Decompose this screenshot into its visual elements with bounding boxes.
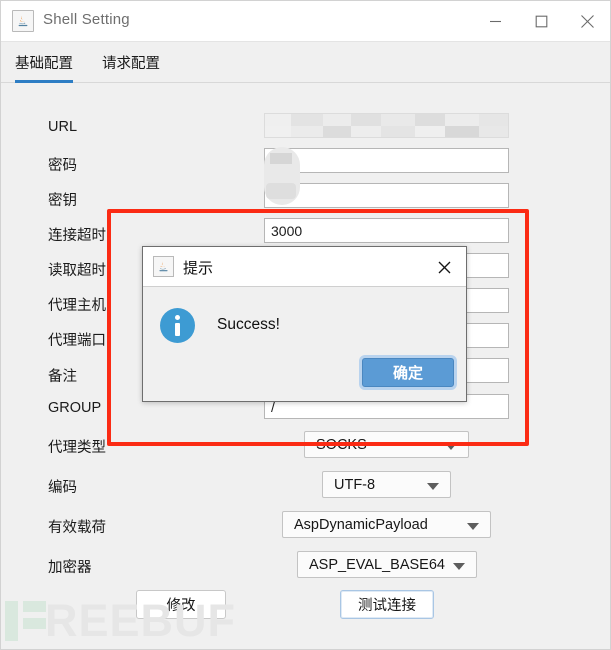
- connect-timeout-value: 3000: [271, 222, 303, 239]
- tab-bar: 基础配置 请求配置: [1, 42, 610, 83]
- chevron-down-icon: [467, 522, 479, 530]
- dialog-message: Success!: [217, 316, 280, 333]
- encoding-value: UTF-8: [334, 476, 376, 493]
- chevron-down-icon: [453, 562, 465, 570]
- label-encoding: 编码: [48, 480, 77, 496]
- connect-timeout-input[interactable]: 3000: [264, 218, 509, 243]
- minimize-button[interactable]: [472, 1, 518, 42]
- label-secret-key: 密钥: [48, 193, 77, 209]
- shell-setting-window: Shell Setting 基础配置 请求配置 URL 密码 密钥 连接超时 读…: [0, 0, 611, 650]
- label-encryptor: 加密器: [48, 560, 92, 576]
- password-input[interactable]: [264, 148, 509, 173]
- modify-button[interactable]: 修改: [136, 590, 226, 619]
- label-proxy-type: 代理类型: [48, 440, 106, 456]
- url-redaction: [265, 114, 508, 137]
- payload-value: AspDynamicPayload: [294, 516, 428, 533]
- label-remark: 备注: [48, 369, 77, 385]
- label-payload: 有效载荷: [48, 520, 106, 536]
- label-proxy-port: 代理端口: [48, 333, 106, 349]
- modify-button-label: 修改: [166, 598, 196, 614]
- label-group: GROUP: [48, 400, 102, 416]
- dialog-close-icon[interactable]: [430, 255, 458, 279]
- success-dialog: 提示 Success! 确定: [142, 246, 467, 402]
- password-redaction-block: [270, 153, 292, 164]
- secret-key-redaction: [266, 183, 296, 199]
- payload-select[interactable]: AspDynamicPayload: [282, 511, 491, 538]
- window-title: Shell Setting: [43, 11, 130, 28]
- label-url: URL: [48, 119, 78, 135]
- dialog-body: Success! 确定: [143, 287, 466, 401]
- test-connection-button-label: 测试连接: [358, 598, 416, 614]
- secret-key-input[interactable]: [264, 183, 509, 208]
- url-input[interactable]: [264, 113, 509, 138]
- maximize-button[interactable]: [518, 1, 564, 42]
- tab-basic-config-label: 基础配置: [15, 56, 73, 72]
- info-icon: [160, 308, 195, 343]
- chevron-down-icon: [445, 442, 457, 450]
- label-connect-timeout: 连接超时: [48, 228, 106, 244]
- label-proxy-host: 代理主机: [48, 298, 106, 314]
- encoding-select[interactable]: UTF-8: [322, 471, 451, 498]
- java-icon: [153, 256, 174, 277]
- test-connection-button[interactable]: 测试连接: [340, 590, 434, 619]
- tab-request-config-label: 请求配置: [102, 56, 160, 72]
- dialog-title-bar: 提示: [143, 247, 466, 287]
- dialog-ok-label: 确定: [392, 365, 423, 382]
- tab-basic-config[interactable]: 基础配置: [15, 42, 73, 83]
- close-button[interactable]: [564, 1, 610, 42]
- label-read-timeout: 读取超时: [48, 263, 106, 279]
- proxy-type-value: SOCKS: [316, 436, 367, 453]
- chevron-down-icon: [427, 482, 439, 490]
- encryptor-value: ASP_EVAL_BASE64: [309, 556, 445, 573]
- dialog-title: 提示: [183, 260, 214, 277]
- label-password: 密码: [48, 158, 77, 174]
- title-bar: Shell Setting: [1, 1, 610, 42]
- dialog-ok-button[interactable]: 确定: [362, 358, 454, 387]
- proxy-type-select[interactable]: SOCKS: [304, 431, 469, 458]
- encryptor-select[interactable]: ASP_EVAL_BASE64: [297, 551, 477, 578]
- java-icon: [12, 10, 34, 32]
- tab-request-config[interactable]: 请求配置: [102, 42, 160, 83]
